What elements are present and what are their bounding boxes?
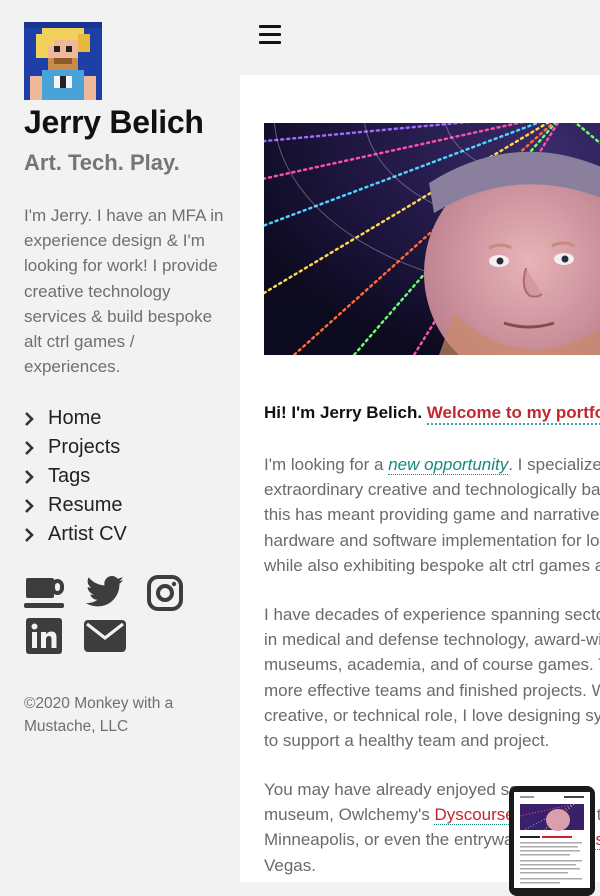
nav-item-artist-cv[interactable]: Artist CV <box>24 520 127 549</box>
portfolio-link[interactable]: Welcome to my portfolio <box>426 403 600 425</box>
paragraph-line: hardware and software implementation for… <box>264 530 600 550</box>
paragraph-line: extraordinary creative and technological… <box>264 480 600 500</box>
avatar[interactable] <box>24 22 102 100</box>
device-preview-thumbnail[interactable] <box>509 786 595 896</box>
paragraph-line: while also exhibiting bespoke alt ctrl g… <box>264 555 600 575</box>
twitter-icon[interactable] <box>84 576 126 615</box>
intro-heading: Hi! I'm Jerry Belich. Welcome to my port… <box>264 403 600 425</box>
paragraph-experience: I have decades of experience spanning se… <box>264 602 600 753</box>
nav-item-label: Projects <box>48 436 121 458</box>
nav-item-tags[interactable]: Tags <box>24 462 127 491</box>
nav-item-home[interactable]: Home <box>24 404 127 433</box>
hamburger-menu-icon[interactable] <box>259 24 281 46</box>
new-opportunity-link[interactable]: new opportunity <box>388 455 509 475</box>
linkedin-icon[interactable] <box>26 618 62 659</box>
paragraph-line: in medical and defense technology, award… <box>264 630 600 650</box>
chevron-right-icon <box>24 527 48 542</box>
paragraph-line: more effective teams and finished projec… <box>264 680 600 700</box>
paragraph-line: I have decades of experience spanning se… <box>264 605 600 624</box>
paragraph-line: this has meant providing game and narrat… <box>264 505 600 525</box>
chevron-right-icon <box>24 498 48 513</box>
nav-item-projects[interactable]: Projects <box>24 433 127 462</box>
site-title[interactable]: Jerry Belich <box>24 104 204 141</box>
dyscourse-link[interactable]: Dyscourse <box>434 805 515 826</box>
main-content: Hi! I'm Jerry Belich. Welcome to my port… <box>240 75 600 882</box>
chevron-right-icon <box>24 440 48 455</box>
chevron-right-icon <box>24 411 48 426</box>
nav-item-label: Home <box>48 407 102 429</box>
chevron-right-icon <box>24 469 48 484</box>
bio-text: I'm Jerry. I have an MFA in experience d… <box>24 206 224 377</box>
site-tagline: Art. Tech. Play. <box>24 150 180 175</box>
email-icon[interactable] <box>84 620 126 657</box>
instagram-icon[interactable] <box>146 574 184 617</box>
paragraph-opportunity: I'm looking for a new opportunity. I spe… <box>264 452 600 578</box>
device-preview-screen <box>514 792 590 888</box>
paragraph-line: creative, or technical role, I love desi… <box>264 705 600 725</box>
nav-item-resume[interactable]: Resume <box>24 491 127 520</box>
paragraph-line: to support a healthy team and project. <box>264 731 550 751</box>
nav-item-label: Artist CV <box>48 523 127 545</box>
nav-item-label: Resume <box>48 494 123 516</box>
coffee-icon[interactable] <box>24 576 66 615</box>
paragraph-line: museums, academia, and of course games. … <box>264 655 600 675</box>
hero-image <box>264 123 600 355</box>
paragraph-line: I'm looking for a new opportunity. I spe… <box>264 455 600 475</box>
main-nav: Home Projects Tags Resume Artist CV <box>24 404 127 549</box>
nav-item-label: Tags <box>48 465 91 487</box>
copyright-text: ©2020 Monkey with a Mustache, LLC <box>24 695 174 735</box>
intro-lead: Hi! I'm Jerry Belich. <box>264 403 423 422</box>
sidebar: Jerry Belich Art. Tech. Play. I'm Jerry.… <box>0 0 240 882</box>
